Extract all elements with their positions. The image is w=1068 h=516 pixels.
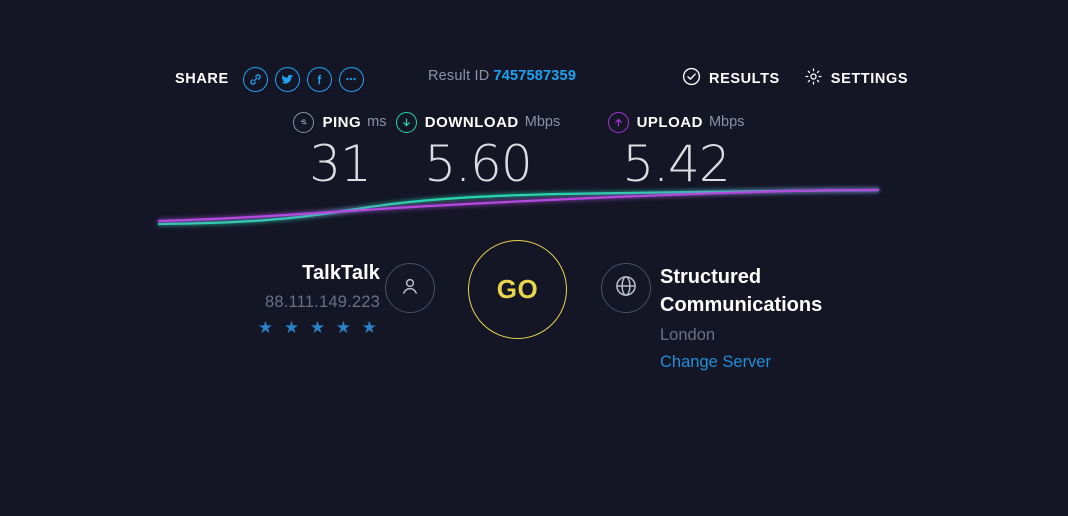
ping-icon — [293, 111, 315, 133]
change-server-link[interactable]: Change Server — [660, 353, 920, 372]
metric-download-unit: Mbps — [524, 114, 561, 130]
globe-icon — [613, 273, 639, 304]
metric-upload-header: UPLOAD Mbps — [576, 110, 776, 134]
metric-download-name: DOWNLOAD — [424, 113, 519, 131]
avatar — [385, 263, 435, 313]
isp-rating-stars[interactable]: ★ ★ ★ ★ ★ — [180, 318, 380, 338]
link-icon[interactable] — [242, 66, 268, 92]
result-id-value[interactable]: 7457587359 — [493, 68, 576, 84]
isp-block: TalkTalk 88.111.149.223 ★ ★ ★ ★ ★ — [180, 262, 380, 338]
isp-name: TalkTalk — [302, 262, 380, 284]
server-name: Structured Communications — [660, 266, 823, 316]
top-right-actions: RESULTS SETTINGS — [682, 67, 932, 91]
result-id: Result ID 7457587359 — [428, 68, 576, 84]
server-icon-circle — [601, 263, 651, 313]
metric-upload-name: UPLOAD — [636, 113, 703, 131]
results-button[interactable]: RESULTS — [682, 67, 780, 91]
server-city: London — [660, 326, 716, 344]
upload-arrow-icon — [607, 111, 629, 133]
go-button-label: GO — [496, 274, 539, 304]
result-id-label: Result ID — [428, 68, 490, 84]
person-icon — [398, 274, 422, 303]
twitter-icon[interactable] — [274, 66, 300, 92]
share-label: SHARE — [175, 71, 229, 87]
metric-download-header: DOWNLOAD Mbps — [378, 110, 578, 134]
gear-icon — [804, 67, 823, 91]
isp-ip-address: 88.111.149.223 — [264, 293, 380, 311]
top-bar: SHARE Result ID 7457587359 RESULTS SETTI… — [0, 64, 1068, 94]
download-arrow-icon — [395, 111, 417, 133]
more-icon[interactable] — [338, 66, 364, 92]
share-group: SHARE — [175, 64, 371, 94]
speed-graph — [0, 178, 1068, 238]
server-block: Structured Communications London Change … — [660, 263, 920, 372]
metric-ping-name: PING — [322, 113, 362, 131]
download-line — [157, 188, 880, 226]
facebook-icon[interactable] — [306, 66, 332, 92]
results-label: RESULTS — [709, 71, 780, 87]
settings-label: SETTINGS — [830, 71, 909, 87]
metric-upload-unit: Mbps — [708, 114, 745, 130]
go-button[interactable]: GO — [468, 240, 567, 339]
speed-graph-svg — [157, 188, 880, 226]
check-circle-icon — [682, 67, 701, 91]
settings-button[interactable]: SETTINGS — [804, 67, 908, 91]
